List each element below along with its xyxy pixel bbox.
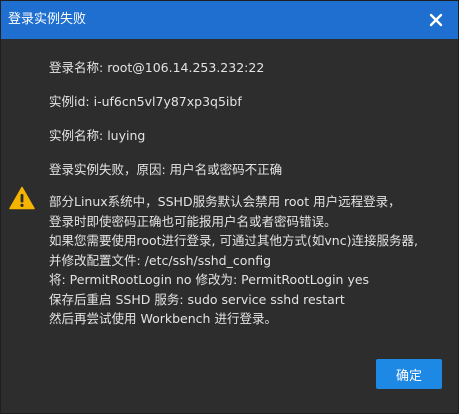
warning-icon — [9, 186, 35, 210]
dialog-footer: 确定 — [1, 353, 458, 413]
warning-line: 部分Linux系统中，SSHD服务默认会禁用 root 用户远程登录， — [49, 194, 401, 209]
warning-line: 登录时即使密码正确也可能报用户名或者密码错误。 — [49, 213, 337, 229]
failure-message: 登录实例失败，原因: 用户名或密码不正确 — [49, 162, 283, 177]
warning-line: 然后再尝试使用 Workbench 进行登录。 — [49, 311, 277, 326]
dialog-titlebar: 登录实例失败 — [1, 1, 458, 39]
warning-line: 将: PermitRootLogin no 修改为: PermitRootLog… — [49, 272, 370, 287]
instance-name-label: 实例名称: — [49, 128, 104, 143]
login-name-row: 登录名称: root@106.14.253.232:22 — [49, 59, 444, 93]
close-button[interactable] — [426, 10, 446, 30]
dialog-title: 登录实例失败 — [8, 12, 87, 27]
login-failed-dialog: 登录实例失败 登录名称: root@106.14.253.232:22 实例id… — [0, 0, 459, 414]
warning-line: 并修改配置文件: /etc/ssh/sshd_config — [49, 252, 272, 268]
instance-info: 登录名称: root@106.14.253.232:22 实例id: i-uf6… — [49, 59, 444, 195]
warning-line: 保存后重启 SSHD 服务: sudo service sshd restart — [49, 291, 345, 307]
warning-message: 部分Linux系统中，SSHD服务默认会禁用 root 用户远程登录， 登录时即… — [49, 193, 448, 330]
ok-button[interactable]: 确定 — [376, 359, 442, 389]
warning-line: 如果您需要使用root进行登录, 可通过其他方式(如vnc)连接服务器, — [49, 233, 418, 248]
instance-name-value: luying — [107, 128, 146, 143]
login-name-label: 登录名称: — [49, 60, 104, 75]
instance-id-value: i-uf6cn5vl7y87xp3q5ibf — [93, 94, 242, 109]
close-icon — [429, 13, 443, 27]
instance-id-label: 实例id: — [49, 94, 90, 109]
login-name-value: root@106.14.253.232:22 — [107, 60, 265, 75]
instance-name-row: 实例名称: luying — [49, 127, 444, 161]
instance-id-row: 实例id: i-uf6cn5vl7y87xp3q5ibf — [49, 93, 444, 127]
